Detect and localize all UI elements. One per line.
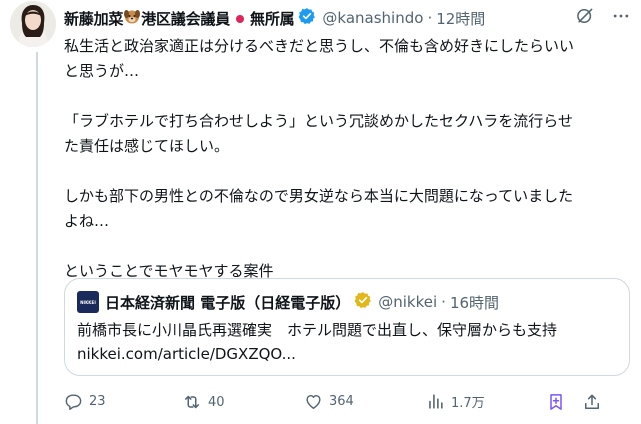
author-handle[interactable]: @kanashindo (322, 9, 423, 27)
heart-icon (306, 395, 321, 409)
share-icon (585, 394, 599, 409)
bookmark-icon (550, 394, 562, 410)
verified-badge-icon[interactable] (298, 7, 316, 29)
reply-icon (65, 394, 82, 410)
reply-count: 23 (89, 394, 106, 409)
nikkei-avatar[interactable]: NIKKEI (77, 291, 99, 313)
views-button[interactable]: 1.7万 (426, 392, 485, 411)
author-affiliation[interactable]: 無所属 (250, 8, 295, 29)
like-button[interactable]: 364 (304, 392, 354, 411)
tweet-timestamp[interactable]: 12時間 (436, 8, 485, 29)
gold-verified-badge-icon[interactable] (354, 291, 372, 313)
grok-icon[interactable] (575, 6, 595, 30)
quoted-timestamp[interactable]: 16時間 (450, 292, 499, 313)
thread-line (36, 52, 38, 424)
tweet-line: 私生活と政治家適正は分けるべきだと思うし、不倫も含め好きにしたらいい (64, 37, 575, 55)
bookmark-button[interactable] (546, 392, 566, 412)
separator-dot: · (441, 293, 446, 311)
tweet-text: 私生活と政治家適正は分けるべきだと思うし、不倫も含め好きにしたらいい と思うが…… (64, 34, 636, 284)
share-button[interactable] (582, 392, 602, 412)
tweet-line: しかも部下の男性との不倫なので男女逆なら本当に大問題になっていました (64, 187, 574, 205)
red-dot-icon (235, 9, 245, 28)
tweet-header: 新藤加菜 港区議会議員 無所属 @kanashindo · 12時間 (64, 6, 631, 30)
tweet-line: よね… (64, 212, 110, 230)
quoted-link[interactable]: nikkei.com/article/DGXZQO... (77, 342, 622, 366)
repost-icon (185, 395, 199, 409)
like-count: 364 (329, 394, 354, 409)
avatar-image (10, 1, 56, 47)
author-title[interactable]: 港区議会議員 (141, 8, 230, 29)
header-actions (575, 6, 631, 30)
tweet-line: 「ラブホテルで打ち合わせしよう」という冗談めかしたセクハラを流行らせ (64, 112, 573, 130)
quoted-author-name[interactable]: 日本経済新聞 電子版（日経電子版） (105, 292, 350, 313)
author-name[interactable]: 新藤加菜 (64, 8, 123, 29)
tweet-line: た責任は感じてほしい。 (64, 137, 230, 155)
more-options-icon[interactable] (611, 6, 631, 30)
dog-emoji-icon (123, 7, 141, 29)
quoted-author-handle[interactable]: @nikkei (378, 293, 437, 311)
repost-count: 40 (208, 394, 225, 410)
quoted-tweet[interactable]: NIKKEI 日本経済新聞 電子版（日経電子版） @nikkei · 16時間 … (64, 278, 630, 376)
quoted-tweet-text: 前橋市長に小川晶氏再選確実 ホテル問題で出直し、保守層からも支持 nikkei.… (77, 318, 622, 366)
reply-button[interactable]: 23 (64, 392, 106, 411)
separator-dot: · (427, 9, 433, 27)
tweet-line: と思うが… (64, 62, 140, 80)
repost-button[interactable]: 40 (182, 392, 225, 412)
views-icon (429, 394, 443, 409)
tweet-actions: 23 40 364 1.7万 (64, 392, 634, 416)
avatar[interactable] (10, 1, 56, 47)
view-count: 1.7万 (451, 396, 485, 411)
quoted-headline: 前橋市長に小川晶氏再選確実 ホテル問題で出直し、保守層からも支持 (77, 321, 558, 339)
quoted-tweet-header: NIKKEI 日本経済新聞 電子版（日経電子版） @nikkei · 16時間 (77, 290, 619, 314)
